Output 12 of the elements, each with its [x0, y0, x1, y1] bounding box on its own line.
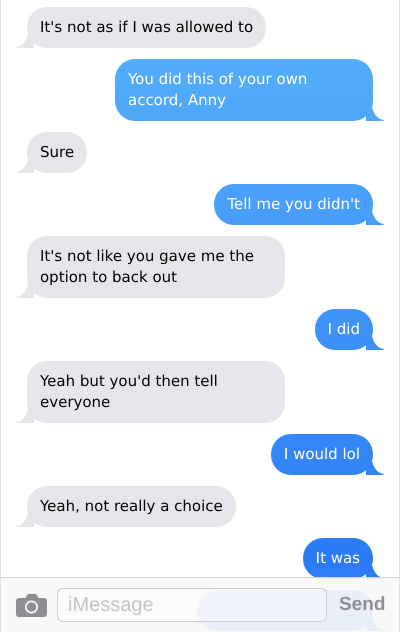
send-button[interactable]: Send — [339, 594, 386, 616]
message-bubble: You did this of your own accord, Anny — [115, 59, 384, 121]
message-bubble: It was — [302, 538, 384, 579]
message-bubble: Yeah but you'd then tell everyone — [16, 361, 285, 423]
message-bubble: I did — [314, 309, 384, 350]
message-bubble: Yeah, not really a choice — [16, 486, 236, 527]
camera-icon[interactable] — [16, 593, 47, 617]
message-bubble: It's not like you gave me the option to back out — [16, 236, 285, 298]
message-bubble: Tell me you didn't — [214, 184, 384, 225]
message-bubble: Sure — [16, 132, 88, 173]
message-bubble: I would lol — [270, 434, 384, 475]
message-bubble: It's not as if I was allowed to — [16, 7, 266, 48]
